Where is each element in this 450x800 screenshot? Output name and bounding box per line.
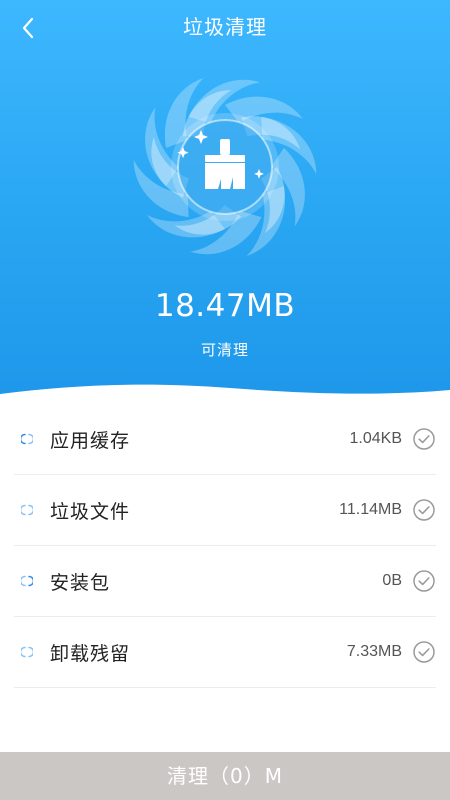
item-label: 垃圾文件 bbox=[50, 500, 131, 523]
cleanable-label: 可清理 bbox=[200, 341, 249, 359]
list-item-uninstall-residue[interactable]: 卸载残留 7.33MB bbox=[14, 617, 436, 688]
cleaning-swirl-graphic bbox=[133, 77, 317, 257]
list-item-junk-files[interactable]: 垃圾文件 11.14MB bbox=[14, 475, 436, 546]
loading-spinner-icon bbox=[18, 430, 36, 448]
list-item-app-cache[interactable]: 应用缓存 1.04KB bbox=[14, 404, 436, 475]
cleanable-size: 18.47MB bbox=[154, 288, 296, 324]
loading-spinner-icon bbox=[18, 572, 36, 590]
loading-spinner-icon bbox=[18, 501, 36, 519]
item-label: 卸载残留 bbox=[50, 642, 131, 665]
clean-button[interactable]: 清理（0）M bbox=[0, 752, 450, 800]
check-circle-icon[interactable] bbox=[412, 427, 436, 451]
hero-banner: 垃圾清理 18.47MB 可清理 bbox=[0, 0, 450, 400]
loading-spinner-icon bbox=[18, 643, 36, 661]
page-title: 垃圾清理 bbox=[183, 15, 267, 39]
item-size: 1.04KB bbox=[349, 430, 402, 447]
item-size: 7.33MB bbox=[346, 643, 402, 660]
item-label: 安装包 bbox=[50, 571, 111, 594]
check-circle-icon[interactable] bbox=[412, 640, 436, 664]
wave-divider bbox=[0, 384, 450, 400]
list-item-install-packages[interactable]: 安装包 0B bbox=[14, 546, 436, 617]
junk-category-list: 应用缓存 1.04KB 垃圾文件 11.14MB 安装包 0B 卸载残留 7.3… bbox=[0, 404, 450, 688]
item-size: 0B bbox=[382, 572, 402, 589]
item-label: 应用缓存 bbox=[50, 429, 131, 452]
item-size: 11.14MB bbox=[339, 501, 402, 518]
check-circle-icon[interactable] bbox=[412, 498, 436, 522]
check-circle-icon[interactable] bbox=[412, 569, 436, 593]
